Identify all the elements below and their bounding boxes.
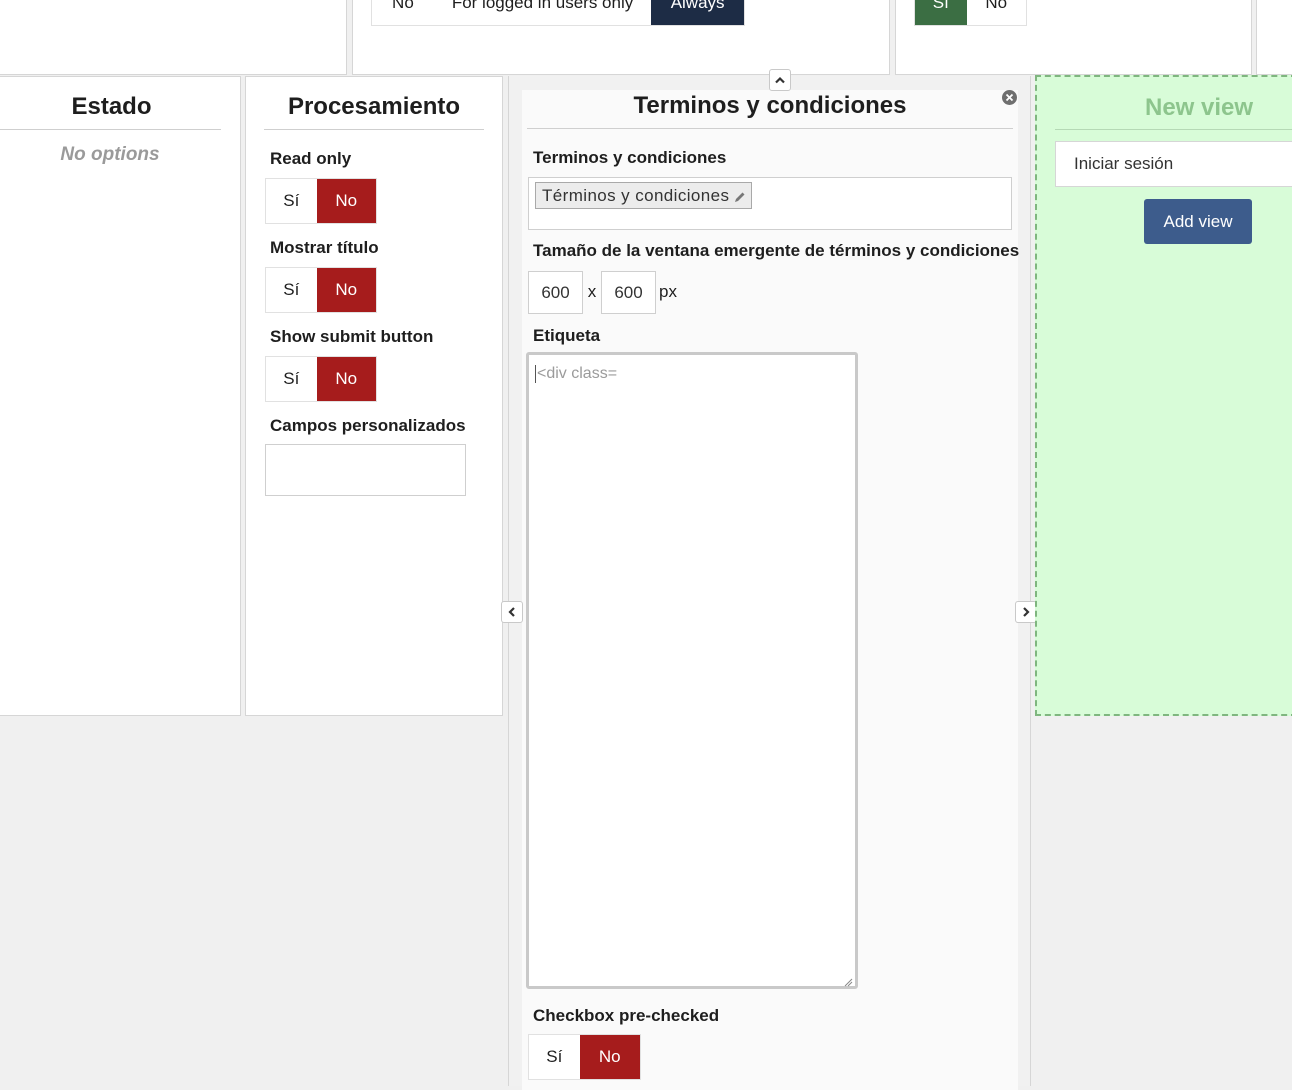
visibility-option-always[interactable]: Always	[651, 0, 744, 25]
move-right-icon[interactable]	[1015, 601, 1037, 623]
checkbox-prechecked-label: Checkbox pre-checked	[533, 1006, 720, 1025]
new-view-divider	[1055, 129, 1292, 130]
procesamiento-column: Procesamiento Read only Sí No Mostrar tí…	[245, 76, 503, 716]
new-view-column: New view Iniciar sesión Add view	[1035, 75, 1292, 716]
popup-width-input[interactable]: 600	[528, 271, 583, 314]
popup-size-label: Tamaño de la ventana emergente de términ…	[533, 241, 1020, 260]
procesamiento-divider	[264, 129, 484, 130]
procesamiento-title: Procesamiento	[287, 93, 461, 120]
top-toggle-no[interactable]: No	[967, 0, 1026, 25]
checkbox-prechecked-no[interactable]: No	[579, 1035, 640, 1079]
checkbox-prechecked-yes[interactable]: Sí	[529, 1035, 580, 1079]
terminos-field-card: Terminos y condiciones Terminos y condic…	[522, 90, 1020, 1090]
estado-column: Estado No options	[0, 76, 241, 716]
terminos-tag[interactable]: Términos y condiciones	[535, 182, 753, 209]
view-select[interactable]: Iniciar sesión	[1055, 141, 1292, 187]
top-toggle-yes[interactable]: Sí	[915, 0, 967, 25]
new-view-title: New view	[1145, 94, 1254, 121]
estado-title: Estado	[71, 93, 152, 120]
size-separator: x	[587, 282, 597, 301]
read-only-label: Read only	[270, 149, 352, 168]
etiqueta-textarea[interactable]: <div class=	[526, 352, 858, 989]
view-select-value: Iniciar sesión	[1074, 154, 1174, 173]
visibility-option-no[interactable]: No	[372, 0, 434, 25]
popup-height-input[interactable]: 600	[601, 271, 656, 314]
pencil-icon[interactable]	[733, 189, 747, 203]
top-panel-middle: No For logged in users only Always	[352, 0, 890, 75]
top-panel-right: Sí No	[895, 0, 1252, 75]
visibility-toggle: No For logged in users only Always	[371, 0, 745, 26]
resize-grip-icon[interactable]	[843, 974, 853, 987]
estado-divider	[0, 129, 221, 130]
mostrar-titulo-toggle: Sí No	[265, 267, 377, 313]
show-submit-label: Show submit button	[270, 327, 434, 346]
mostrar-titulo-label: Mostrar título	[270, 238, 379, 257]
show-submit-toggle: Sí No	[265, 356, 377, 402]
etiqueta-label: Etiqueta	[533, 326, 601, 345]
visibility-option-logged-in[interactable]: For logged in users only	[434, 0, 651, 25]
move-left-icon[interactable]	[501, 601, 523, 623]
terminos-title: Terminos y condiciones	[633, 92, 907, 119]
campos-personalizados-input[interactable]	[265, 444, 466, 496]
top-panel-edge	[1256, 0, 1292, 75]
read-only-no[interactable]: No	[316, 179, 376, 223]
terminos-column: Terminos y condiciones Terminos y condic…	[508, 76, 1031, 1090]
add-view-button[interactable]: Add view	[1144, 199, 1252, 244]
terminos-field-label: Terminos y condiciones	[533, 148, 727, 167]
close-field-icon[interactable]	[1002, 90, 1017, 105]
top-panel-left	[0, 0, 347, 75]
collapse-up-icon[interactable]	[769, 69, 791, 91]
top-yes-no-toggle: Sí No	[914, 0, 1027, 26]
terminos-tag-label: Términos y condiciones	[542, 185, 730, 205]
mostrar-titulo-no[interactable]: No	[316, 268, 376, 312]
campos-personalizados-label: Campos personalizados	[270, 416, 466, 435]
read-only-toggle: Sí No	[265, 178, 377, 224]
estado-no-options: No options	[60, 144, 160, 165]
show-submit-no[interactable]: No	[316, 357, 376, 401]
terminos-divider	[527, 128, 1013, 129]
size-unit: px	[659, 282, 677, 301]
read-only-yes[interactable]: Sí	[266, 179, 317, 223]
show-submit-yes[interactable]: Sí	[266, 357, 317, 401]
terminos-tag-input[interactable]: Términos y condiciones	[528, 177, 1012, 230]
etiqueta-text: <div class=	[535, 365, 618, 383]
mostrar-titulo-yes[interactable]: Sí	[266, 268, 317, 312]
checkbox-prechecked-toggle: Sí No	[528, 1034, 641, 1080]
